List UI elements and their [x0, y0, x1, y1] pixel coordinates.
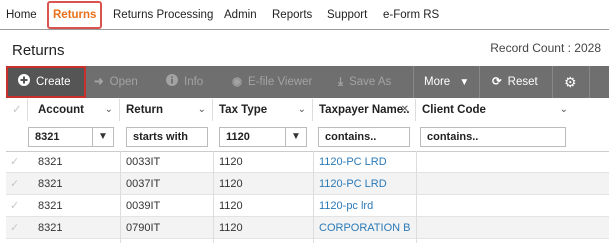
nav-admin[interactable]: Admin — [224, 0, 257, 30]
toolbar-divider — [479, 66, 480, 98]
column-taxpayer-name-label: Taxpayer Name.. — [319, 104, 410, 116]
nav-reports[interactable]: Reports — [272, 0, 312, 30]
row-check-icon[interactable]: ✓ — [6, 173, 28, 195]
create-label: Create — [36, 76, 71, 88]
table-row[interactable]: ✓ 8321 0790IT 1120 CORPORATION B — [6, 217, 609, 239]
column-tax-type-label: Tax Type — [219, 104, 268, 116]
column-divider — [120, 151, 121, 243]
refresh-icon: ⟳ — [492, 76, 502, 88]
cell-tax-type: 1120 — [219, 178, 243, 190]
cell-return: 0790IT — [126, 222, 161, 234]
cell-return: 0039IT — [126, 200, 161, 212]
return-filter-input[interactable]: starts with — [126, 127, 208, 147]
cell-account: 8321 — [38, 156, 63, 168]
settings-button[interactable]: ⚙ — [564, 66, 577, 98]
cell-taxpayer-link[interactable]: CORPORATION B — [313, 217, 416, 239]
nav-support[interactable]: Support — [327, 0, 367, 30]
row-check-icon[interactable]: ✓ — [6, 217, 28, 239]
save-as-button[interactable]: ⤓ Save As — [338, 66, 391, 98]
info-label: Info — [184, 76, 204, 88]
cell-taxpayer-link[interactable]: 1120-PC LRD — [313, 151, 416, 173]
cell-tax-type: 1120 — [219, 222, 243, 234]
efile-viewer-button[interactable]: ◉ E-file Viewer — [232, 66, 312, 98]
cell-account: 8321 — [38, 222, 63, 234]
cell-account: 8321 — [38, 200, 63, 212]
open-button[interactable]: ➜ Open — [94, 66, 138, 98]
account-filter-value: 8321 — [35, 131, 60, 143]
toolbar-divider — [413, 66, 414, 98]
nav-returns-processing[interactable]: Returns Processing — [113, 0, 213, 30]
cell-tax-type: 1120 — [219, 156, 243, 168]
table-row[interactable]: ✓ 8321 0037IT 1120 1120-PC LRD — [6, 173, 609, 195]
returns-grid: ✓ Account ⌄ Return ⌄ Tax Type ⌄ Taxpayer Na… — [6, 99, 609, 243]
chevron-down-icon: ▼ — [92, 128, 113, 146]
page-title: Returns — [12, 42, 65, 59]
sign-in-icon: ➜ — [94, 76, 104, 88]
column-client-code-label: Client Code — [422, 104, 486, 116]
chevron-down-icon[interactable]: ⌄ — [105, 99, 113, 121]
column-taxpayer-name[interactable]: Taxpayer Name.. ✕ — [313, 99, 416, 121]
tax-type-filter-select[interactable]: 1120 ▼ — [219, 127, 307, 147]
plus-circle-icon — [18, 68, 30, 96]
download-icon: ⤓ — [338, 76, 344, 88]
column-account-label: Account — [38, 104, 84, 116]
gear-icon: ⚙ — [564, 74, 577, 90]
column-tax-type[interactable]: Tax Type ⌄ — [213, 99, 313, 121]
cell-return: 0033IT — [126, 156, 161, 168]
cell-taxpayer-link[interactable]: 1120-PC LRD — [313, 173, 416, 195]
column-divider — [213, 151, 214, 243]
nav-home[interactable]: Home — [6, 0, 37, 30]
tax-type-filter-value: 1120 — [226, 131, 250, 143]
open-label: Open — [109, 76, 138, 88]
create-button[interactable]: Create — [6, 66, 86, 98]
info-icon — [166, 66, 178, 98]
taxpayer-name-filter-input[interactable]: contains.. — [318, 127, 410, 147]
chevron-down-icon[interactable]: ⌄ — [198, 99, 206, 121]
table-row[interactable]: ✓ 8321 0039IT 1120 1120-pc lrd — [6, 195, 609, 217]
select-all-column[interactable]: ✓ — [6, 99, 28, 121]
saveas-label: Save As — [349, 76, 392, 88]
chevron-down-icon[interactable]: ⌄ — [560, 99, 568, 121]
nav-returns[interactable]: Returns — [47, 1, 103, 29]
column-divider — [416, 151, 417, 243]
client-code-filter-input[interactable]: contains.. — [420, 127, 566, 147]
filter-clear-icon[interactable]: ✕ — [401, 99, 409, 121]
cell-client-code — [416, 173, 574, 195]
nav-eform-rs[interactable]: e-Form RS — [383, 0, 439, 30]
column-return[interactable]: Return ⌄ — [120, 99, 213, 121]
efile-label: E-file Viewer — [248, 76, 313, 88]
chevron-down-icon: ▼ — [285, 128, 306, 146]
column-client-code[interactable]: Client Code ⌄ — [416, 99, 574, 121]
more-button[interactable]: More ▼ — [424, 66, 469, 98]
reset-button[interactable]: ⟳ Reset — [492, 66, 538, 98]
chevron-down-icon[interactable]: ⌄ — [298, 99, 306, 121]
row-check-icon[interactable]: ✓ — [6, 195, 28, 217]
chevron-down-icon: ▼ — [459, 77, 470, 88]
filter-row: 8321 ▼ starts with 1120 ▼ contains.. con… — [6, 121, 609, 152]
cell-client-code — [416, 217, 574, 239]
column-return-label: Return — [126, 104, 164, 116]
cell-taxpayer-link[interactable]: 1120-pc lrd — [313, 195, 416, 217]
cell-tax-type: 1120 — [219, 200, 243, 212]
cell-client-code — [416, 195, 574, 217]
info-button[interactable]: Info — [166, 66, 203, 98]
toolbar-divider — [552, 66, 553, 98]
eye-icon: ◉ — [232, 76, 243, 88]
table-row[interactable]: ✓ 8321 0033IT 1120 1120-PC LRD — [6, 151, 609, 173]
toolbar-divider — [589, 66, 590, 98]
row-check-icon[interactable]: ✓ — [6, 151, 28, 173]
check-icon: ✓ — [12, 104, 22, 116]
cell-client-code — [416, 151, 574, 173]
reset-label: Reset — [507, 76, 538, 88]
column-account[interactable]: Account ⌄ — [28, 99, 120, 121]
cell-account: 8321 — [38, 178, 63, 190]
top-nav: Home Returns Returns Processing Admin Re… — [0, 0, 609, 30]
toolbar: Create ➜ Open Info ◉ E-file Viewer ⤓ Save A… — [6, 66, 609, 98]
cell-return: 0037IT — [126, 178, 161, 190]
column-divider — [313, 151, 314, 243]
more-label: More — [424, 76, 451, 88]
account-filter-select[interactable]: 8321 ▼ — [28, 127, 114, 147]
record-count: Record Count : 2028 — [490, 41, 601, 55]
